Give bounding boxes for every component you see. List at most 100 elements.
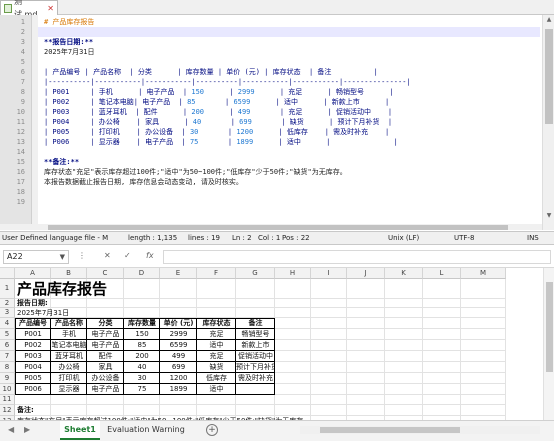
grid-cell[interactable] bbox=[236, 279, 275, 299]
grid-cell[interactable] bbox=[311, 279, 347, 299]
row-header[interactable]: 10 bbox=[0, 384, 15, 395]
grid-cell[interactable] bbox=[385, 318, 423, 329]
grid-cell[interactable] bbox=[275, 384, 311, 395]
grid-cell[interactable] bbox=[160, 299, 197, 308]
grid-cell[interactable] bbox=[197, 308, 236, 318]
grid-cell[interactable] bbox=[51, 395, 87, 405]
grid-cell[interactable] bbox=[347, 351, 385, 362]
grid-cell[interactable] bbox=[87, 299, 124, 308]
row-header[interactable]: 4 bbox=[0, 318, 15, 329]
grid-cell[interactable] bbox=[347, 384, 385, 395]
grid-cell[interactable] bbox=[385, 340, 423, 351]
grid-cell[interactable] bbox=[423, 362, 461, 373]
grid-cell[interactable] bbox=[347, 395, 385, 405]
column-header[interactable]: L bbox=[423, 268, 461, 279]
grid-cell[interactable] bbox=[124, 308, 160, 318]
grid-cell[interactable] bbox=[347, 329, 385, 340]
grid-cell[interactable] bbox=[385, 405, 423, 416]
grid-cell[interactable] bbox=[461, 318, 506, 329]
row-header[interactable]: 6 bbox=[0, 340, 15, 351]
grid-cell[interactable] bbox=[275, 308, 311, 318]
more-icon[interactable]: ⋮ bbox=[78, 251, 86, 261]
grid-cell[interactable] bbox=[51, 405, 87, 416]
grid-cell[interactable] bbox=[311, 362, 347, 373]
grid-cell[interactable] bbox=[385, 308, 423, 318]
grid-cell[interactable] bbox=[311, 405, 347, 416]
grid-cell[interactable] bbox=[197, 405, 236, 416]
grid-cell[interactable] bbox=[385, 351, 423, 362]
grid-cell[interactable] bbox=[311, 340, 347, 351]
grid-cell[interactable] bbox=[385, 329, 423, 340]
sheet-horizontal-scrollbar[interactable] bbox=[300, 426, 540, 434]
close-tab-icon[interactable]: ✕ bbox=[47, 2, 54, 15]
cell-grid[interactable]: ABCDEFGHIJKLM123456789101112131415产品库存报告… bbox=[0, 268, 554, 420]
code-editor[interactable]: 1 2 3 4 5 6 7 8 9 10 11 12 13 14 15 16 17 18 19 # 产品库存报告 **… bbox=[0, 15, 554, 230]
grid-cell[interactable] bbox=[347, 318, 385, 329]
grid-cell[interactable] bbox=[87, 395, 124, 405]
scroll-up-icon[interactable]: ▲ bbox=[543, 15, 554, 25]
grid-cell[interactable] bbox=[461, 351, 506, 362]
grid-cell[interactable] bbox=[197, 395, 236, 405]
grid-cell[interactable] bbox=[385, 384, 423, 395]
scroll-down-icon[interactable]: ▼ bbox=[543, 211, 554, 221]
grid-cell[interactable] bbox=[275, 395, 311, 405]
column-header[interactable]: H bbox=[275, 268, 311, 279]
grid-cell[interactable] bbox=[311, 384, 347, 395]
grid-cell[interactable] bbox=[385, 362, 423, 373]
grid-cell[interactable] bbox=[461, 395, 506, 405]
add-sheet-icon[interactable]: + bbox=[206, 424, 218, 436]
prev-sheet-icon[interactable]: ◀ bbox=[8, 425, 14, 434]
grid-cell[interactable] bbox=[87, 308, 124, 318]
grid-cell[interactable] bbox=[311, 318, 347, 329]
row-header[interactable]: 3 bbox=[0, 308, 15, 318]
row-header[interactable]: 7 bbox=[0, 351, 15, 362]
grid-cell[interactable] bbox=[461, 405, 506, 416]
grid-cell[interactable] bbox=[461, 308, 506, 318]
grid-cell[interactable] bbox=[423, 308, 461, 318]
grid-cell[interactable] bbox=[347, 279, 385, 299]
sheet-scroll-thumb[interactable] bbox=[546, 282, 553, 372]
grid-cell[interactable] bbox=[461, 362, 506, 373]
grid-cell[interactable] bbox=[385, 279, 423, 299]
grid-cell[interactable] bbox=[423, 279, 461, 299]
confirm-icon[interactable]: ✓ bbox=[124, 251, 131, 261]
grid-cell[interactable] bbox=[423, 299, 461, 308]
grid-cell[interactable] bbox=[236, 299, 275, 308]
grid-cell[interactable] bbox=[160, 308, 197, 318]
column-header[interactable]: G bbox=[236, 268, 275, 279]
column-header[interactable]: F bbox=[197, 268, 236, 279]
grid-cell[interactable] bbox=[124, 405, 160, 416]
grid-cell[interactable] bbox=[423, 340, 461, 351]
formula-input[interactable] bbox=[163, 250, 551, 264]
next-sheet-icon[interactable]: ▶ bbox=[24, 425, 30, 434]
grid-cell[interactable] bbox=[347, 308, 385, 318]
grid-cell[interactable] bbox=[461, 340, 506, 351]
grid-cell[interactable] bbox=[124, 279, 160, 299]
grid-cell[interactable] bbox=[423, 329, 461, 340]
column-header[interactable]: K bbox=[385, 268, 423, 279]
grid-cell[interactable] bbox=[423, 384, 461, 395]
tab-evaluation-warning[interactable]: Evaluation Warning bbox=[104, 421, 188, 440]
grid-cell[interactable] bbox=[236, 395, 275, 405]
grid-cell[interactable] bbox=[385, 373, 423, 384]
grid-cell[interactable] bbox=[347, 340, 385, 351]
editor-hscroll-thumb[interactable] bbox=[48, 225, 508, 230]
column-header[interactable]: J bbox=[347, 268, 385, 279]
sheet-vertical-scrollbar[interactable] bbox=[543, 268, 554, 420]
grid-cell[interactable] bbox=[461, 373, 506, 384]
grid-cell[interactable] bbox=[275, 340, 311, 351]
grid-cell[interactable] bbox=[275, 279, 311, 299]
column-header[interactable]: A bbox=[15, 268, 51, 279]
grid-cell[interactable] bbox=[311, 351, 347, 362]
row-header[interactable]: 12 bbox=[0, 405, 15, 416]
row-header[interactable]: 5 bbox=[0, 329, 15, 340]
grid-cell[interactable] bbox=[275, 351, 311, 362]
grid-cell[interactable] bbox=[461, 329, 506, 340]
grid-cell[interactable] bbox=[311, 373, 347, 384]
function-icon[interactable]: fx bbox=[146, 251, 154, 261]
grid-cell[interactable] bbox=[461, 279, 506, 299]
editor-horizontal-scrollbar[interactable] bbox=[0, 224, 542, 230]
editor-vertical-scrollbar[interactable]: ▲ ▼ bbox=[542, 15, 554, 230]
chevron-down-icon[interactable]: ▼ bbox=[60, 251, 65, 263]
grid-cell[interactable] bbox=[423, 373, 461, 384]
